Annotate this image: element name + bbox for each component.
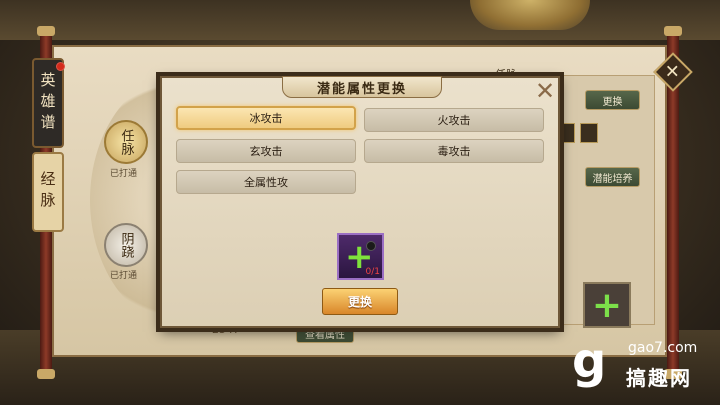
add-slot-plus-icon[interactable]: +: [583, 282, 631, 328]
item-count: 0/1: [365, 267, 380, 277]
watermark-domain: gao7.com: [628, 340, 698, 356]
lamp-decoration: [470, 0, 590, 30]
tab-meridian[interactable]: 经脉: [32, 152, 64, 232]
modal-title: 潜能属性更换: [282, 76, 442, 98]
modal-close-icon[interactable]: ✕: [534, 79, 556, 103]
rod-cap: [664, 26, 682, 36]
node-ren-status: 已打通: [110, 169, 138, 179]
scene-top: [0, 0, 720, 40]
node-ren[interactable]: 任脉: [104, 120, 148, 164]
item-slot[interactable]: + 0/1: [337, 233, 384, 280]
option-ice-attack[interactable]: 冰攻击: [176, 106, 356, 130]
node-yinqiao[interactable]: 阴跷: [104, 223, 148, 267]
node-yinqiao-status: 已打通: [110, 271, 138, 281]
train-button[interactable]: 潜能培养: [585, 167, 640, 187]
watermark-name: 搞趣网: [626, 366, 692, 390]
watermark-logo: g: [572, 333, 607, 389]
close-icon: ✕: [665, 61, 681, 83]
option-poison-attack[interactable]: 毒攻击: [364, 139, 544, 163]
replace-button-bg[interactable]: 更换: [585, 90, 640, 110]
attr-slot[interactable]: [580, 123, 598, 143]
rod-cap: [37, 369, 55, 379]
tab-heroes[interactable]: 英雄谱: [32, 58, 64, 148]
option-fire-attack[interactable]: 火攻击: [364, 108, 544, 132]
confirm-replace-button[interactable]: 更换: [322, 288, 398, 315]
option-xuan-attack[interactable]: 玄攻击: [176, 139, 356, 163]
notification-dot: [56, 62, 65, 71]
rod-cap: [37, 26, 55, 36]
option-all-attack[interactable]: 全属性攻: [176, 170, 356, 194]
